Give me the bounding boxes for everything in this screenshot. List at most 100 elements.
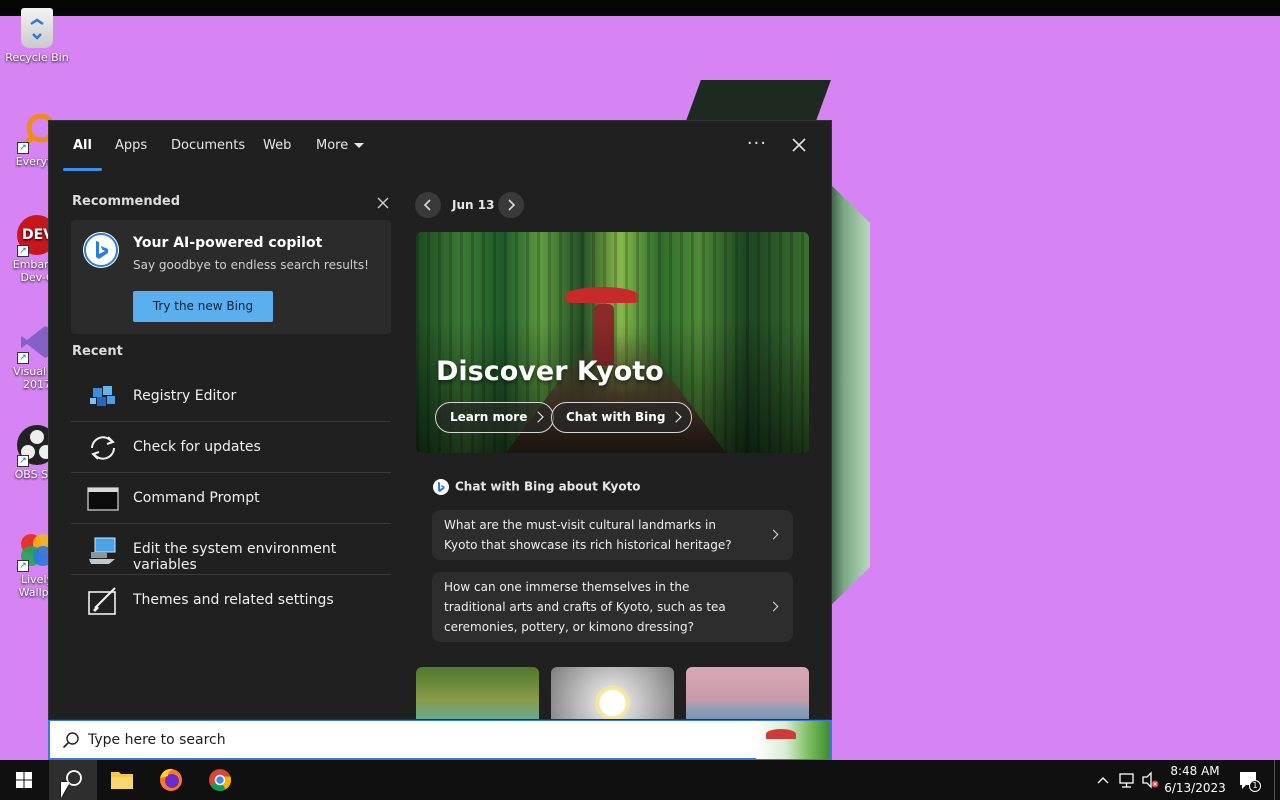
network-icon	[1119, 773, 1134, 788]
search-input[interactable]	[88, 727, 728, 753]
show-desktop-button[interactable]	[1274, 760, 1280, 800]
chat-suggestion-text: What are the must-visit cultural landmar…	[444, 518, 732, 552]
firefox-button[interactable]	[147, 760, 195, 800]
thumbnail-flowers[interactable]	[551, 667, 674, 719]
clock-time: 8:48 AM	[1170, 764, 1220, 778]
chat-with-bing-header: Chat with Bing about Kyoto	[433, 479, 641, 495]
firefox-icon	[160, 768, 182, 791]
recycle-bin-icon	[21, 8, 53, 48]
caret-down-icon	[354, 143, 365, 148]
chat-suggestion[interactable]: What are the must-visit cultural landmar…	[432, 510, 793, 560]
thumbnail-garden[interactable]	[416, 667, 539, 719]
bing-logo-icon	[83, 232, 119, 268]
start-button[interactable]	[0, 760, 48, 800]
shortcut-arrow-icon: ↗	[17, 245, 29, 257]
chat-header-label: Chat with Bing about Kyoto	[455, 479, 641, 494]
taskbar-search-box[interactable]	[48, 720, 832, 760]
tab-all[interactable]: All	[73, 138, 92, 153]
themes-icon	[87, 586, 119, 616]
search-icon	[63, 770, 82, 789]
recent-item-registry-editor[interactable]: Registry Editor	[71, 372, 391, 422]
recommended-title: Recommended	[72, 194, 181, 209]
copilot-card: Your AI-powered copilot Say goodbye to e…	[71, 220, 391, 334]
mouse-cursor-icon	[61, 782, 70, 798]
recent-item-themes[interactable]: Themes and related settings	[71, 576, 391, 626]
kyoto-highlight-card[interactable]: Discover Kyoto Learn more Chat with Bing	[416, 232, 809, 453]
recent-item-environment-variables[interactable]: Edit the system environment variables	[71, 525, 391, 575]
close-icon	[792, 138, 806, 152]
current-date-label: Jun 13	[452, 198, 495, 212]
recent-item-label: Check for updates	[133, 439, 261, 455]
command-prompt-icon	[87, 484, 119, 514]
try-new-bing-button[interactable]: Try the new Bing	[133, 291, 273, 322]
network-tray-button[interactable]	[1116, 760, 1138, 800]
learn-more-button[interactable]: Learn more	[435, 402, 555, 433]
red-umbrella-image	[766, 729, 796, 739]
refresh-icon	[87, 433, 119, 463]
system-properties-icon	[87, 535, 119, 565]
top-black-bar	[0, 0, 1280, 16]
tab-apps[interactable]: Apps	[115, 138, 147, 153]
tab-web[interactable]: Web	[263, 138, 291, 153]
shortcut-arrow-icon: ↗	[17, 455, 29, 467]
hero-title: Discover Kyoto	[436, 356, 664, 387]
tab-more[interactable]: More	[316, 138, 365, 153]
file-explorer-button[interactable]	[98, 760, 146, 800]
more-options-icon[interactable]: ···	[747, 133, 767, 154]
shortcut-arrow-icon: ↗	[17, 560, 29, 572]
search-panel: All Apps Documents Web More ··· Recommen…	[48, 120, 832, 720]
chat-suggestion-text: How can one immerse themselves in the tr…	[444, 580, 726, 634]
chevron-right-icon	[768, 601, 779, 612]
chevron-right-icon	[508, 199, 516, 211]
notification-count-badge: 1	[1249, 780, 1261, 792]
wallpaper-cube-side	[826, 180, 870, 610]
learn-more-label: Learn more	[450, 410, 528, 424]
windows-logo-icon	[16, 772, 32, 788]
chrome-icon	[209, 769, 232, 791]
recent-item-label: Edit the system environment variables	[133, 541, 337, 573]
active-tab-indicator	[63, 168, 102, 171]
copilot-title: Your AI-powered copilot	[133, 235, 323, 251]
action-center-button[interactable]: 1	[1236, 760, 1262, 800]
search-taskbar-button[interactable]	[49, 760, 97, 800]
chevron-right-icon	[532, 411, 544, 423]
chevron-up-icon	[1097, 777, 1109, 784]
chevron-right-icon	[768, 529, 779, 540]
thumbnail-mountain[interactable]	[686, 667, 809, 719]
tab-documents[interactable]: Documents	[171, 138, 245, 153]
shortcut-arrow-icon: ↗	[17, 142, 29, 154]
bing-logo-icon	[433, 479, 449, 495]
registry-editor-icon	[87, 382, 119, 412]
volume-muted-icon	[1142, 771, 1159, 789]
recent-item-label: Themes and related settings	[133, 592, 334, 608]
chat-suggestion[interactable]: How can one immerse themselves in the tr…	[432, 572, 793, 642]
show-hidden-icons-button[interactable]	[1094, 760, 1114, 800]
clock-date: 6/13/2023	[1164, 781, 1226, 795]
search-icon	[62, 732, 79, 749]
next-day-button[interactable]	[498, 192, 524, 218]
search-tabs: All Apps Documents Web More ···	[49, 121, 831, 173]
taskbar-clock[interactable]: 8:48 AM 6/13/2023	[1160, 763, 1230, 797]
recent-item-label: Command Prompt	[133, 490, 260, 506]
recent-item-check-for-updates[interactable]: Check for updates	[71, 423, 391, 473]
recent-title: Recent	[72, 344, 123, 359]
chrome-button[interactable]	[196, 760, 244, 800]
recent-item-label: Registry Editor	[133, 388, 237, 404]
close-panel-button[interactable]	[789, 135, 809, 155]
dismiss-recommended-button[interactable]	[376, 195, 390, 209]
chat-with-bing-label: Chat with Bing	[566, 410, 666, 424]
previous-day-button[interactable]	[415, 192, 441, 218]
copilot-subtitle: Say goodbye to endless search results!	[133, 258, 369, 272]
search-highlight-image	[756, 721, 830, 759]
desktop-icon-recycle-bin[interactable]: Recycle Bin	[4, 8, 70, 64]
desktop-icon-label: Recycle Bin	[5, 51, 69, 64]
folder-icon	[111, 772, 133, 789]
recent-item-command-prompt[interactable]: Command Prompt	[71, 474, 391, 524]
chevron-right-icon	[670, 411, 683, 423]
chat-with-bing-button[interactable]: Chat with Bing	[551, 402, 693, 433]
tab-more-label: More	[316, 138, 349, 153]
taskbar: 8:48 AM 6/13/2023 1	[0, 760, 1280, 800]
close-icon	[377, 197, 389, 209]
volume-tray-button[interactable]	[1139, 760, 1161, 800]
shortcut-arrow-icon: ↗	[17, 352, 29, 364]
